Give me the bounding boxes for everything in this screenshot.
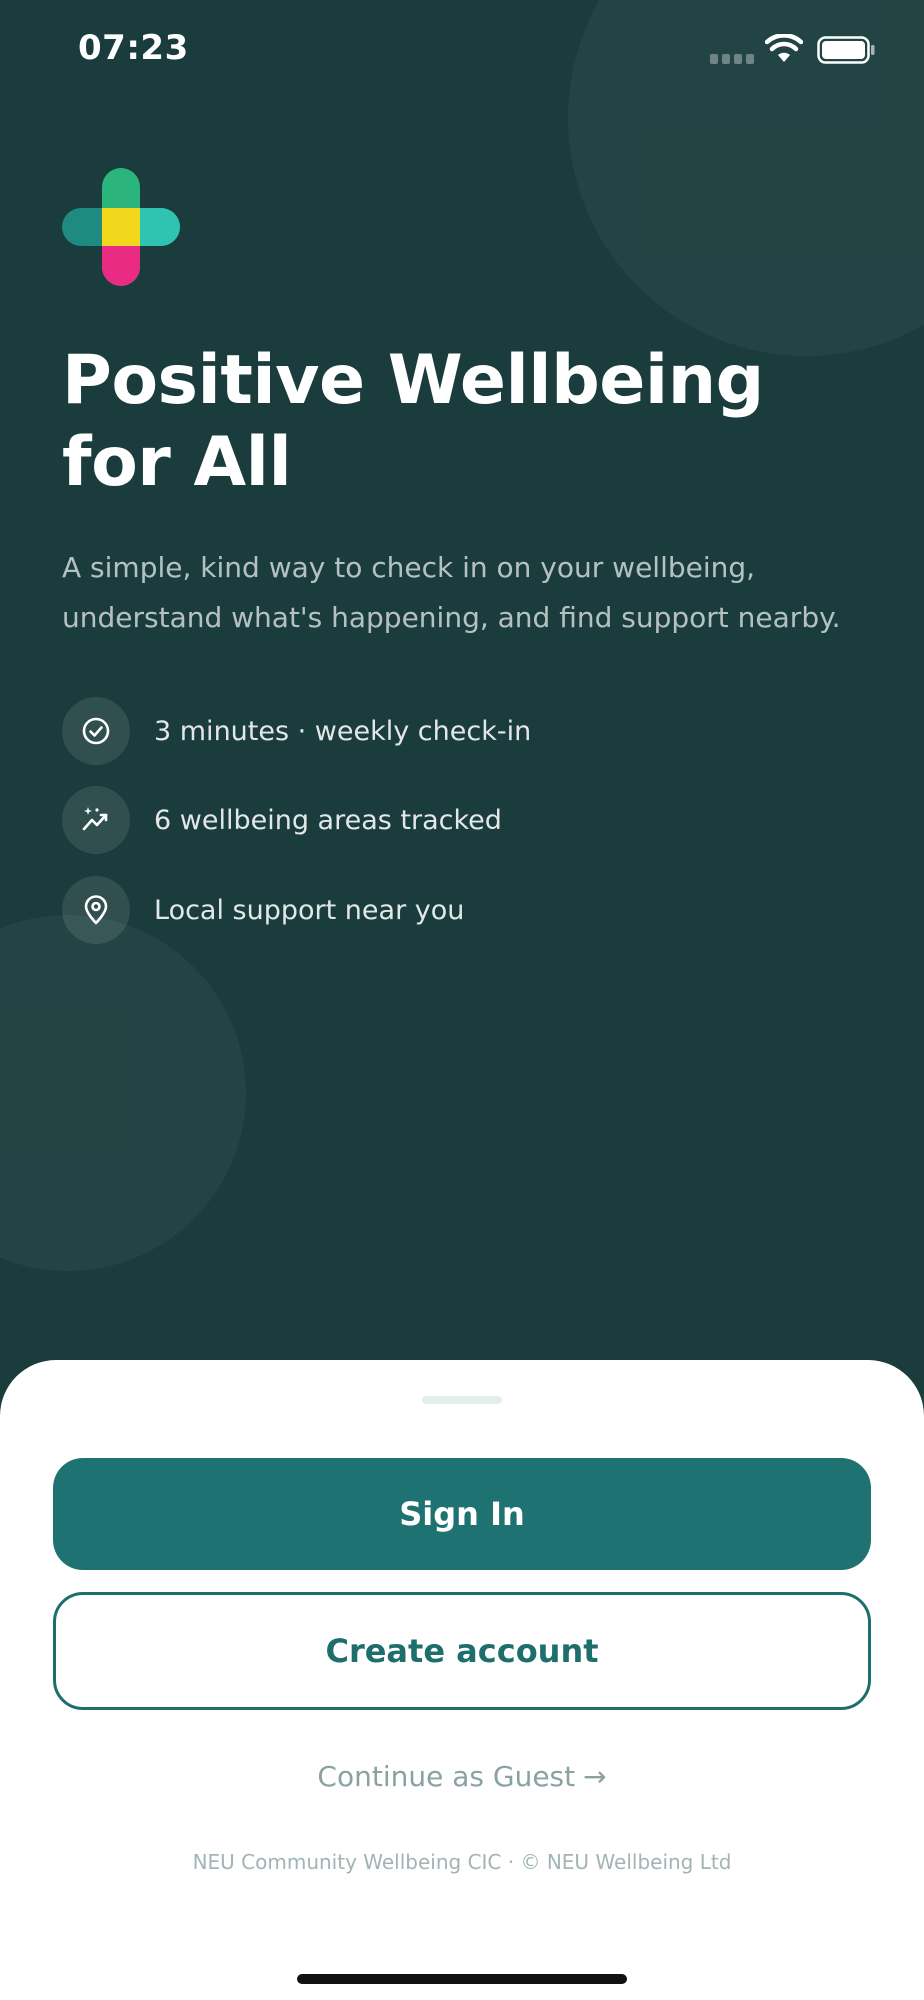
guest-link-label: Continue as Guest <box>317 1760 576 1793</box>
page-subtitle: A simple, kind way to check in on your w… <box>62 543 882 643</box>
create-account-button[interactable]: Create account <box>53 1592 871 1710</box>
status-bar: 07:23 <box>0 0 924 100</box>
subtitle-line: A simple, kind way to check in on your w… <box>62 551 756 584</box>
status-time: 07:23 <box>78 28 189 68</box>
welcome-screen: 07:23 Positive Wellbeing for All A simpl… <box>0 0 924 2000</box>
wifi-icon <box>765 34 803 62</box>
signal-icon <box>710 54 754 64</box>
decorative-circle-left <box>0 915 246 1271</box>
footer-text: NEU Community Wellbeing CIC · © NEU Well… <box>192 1850 732 1874</box>
battery-icon <box>817 36 875 64</box>
bottom-sheet: Sign In Create account Continue as Guest… <box>0 1360 924 2000</box>
check-circle-icon <box>62 697 130 765</box>
title-line: Positive Wellbeing <box>62 341 764 420</box>
sign-in-button[interactable]: Sign In <box>53 1458 871 1570</box>
subtitle-line: understand what's happening, and find su… <box>62 601 841 634</box>
home-indicator[interactable] <box>297 1974 627 1984</box>
location-pin-icon <box>62 876 130 944</box>
trend-sparkle-icon <box>62 786 130 854</box>
feature-item-check-in: 3 minutes · weekly check-in <box>62 697 822 765</box>
feature-item-areas: 6 wellbeing areas tracked <box>62 786 822 854</box>
feature-label: 3 minutes · weekly check-in <box>154 715 532 747</box>
continue-as-guest-link[interactable]: Continue as Guest → <box>0 1760 924 1793</box>
arrow-right-icon: → <box>583 1760 607 1793</box>
sheet-handle[interactable] <box>422 1396 502 1404</box>
title-line: for All <box>62 423 292 502</box>
page-title: Positive Wellbeing for All <box>62 340 862 504</box>
feature-item-local-support: Local support near you <box>62 876 822 944</box>
app-logo-icon <box>62 168 180 286</box>
feature-label: 6 wellbeing areas tracked <box>154 804 502 836</box>
feature-label: Local support near you <box>154 894 465 926</box>
